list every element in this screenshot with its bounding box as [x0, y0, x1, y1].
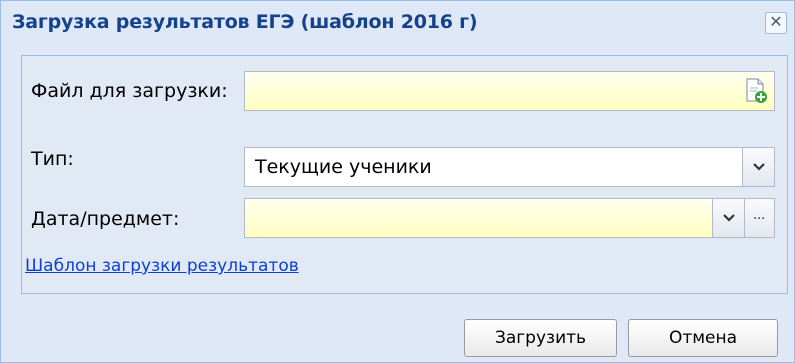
file-field[interactable]	[244, 71, 775, 111]
close-button[interactable]: ✕	[765, 12, 787, 34]
template-download-link[interactable]: Шаблон загрузки результатов	[25, 256, 299, 276]
file-label: Файл для загрузки:	[31, 80, 228, 102]
type-value: Текущие ученики	[255, 156, 432, 178]
date-subject-label: Дата/предмет:	[31, 208, 180, 230]
add-file-icon[interactable]	[744, 78, 768, 104]
dialog-titlebar[interactable]: Загрузка результатов ЕГЭ (шаблон 2016 г)…	[1, 1, 794, 45]
upload-ege-results-dialog: Загрузка результатов ЕГЭ (шаблон 2016 г)…	[0, 0, 795, 363]
dialog-title: Загрузка результатов ЕГЭ (шаблон 2016 г)	[12, 11, 478, 33]
date-subject-dropdown-trigger[interactable]	[712, 199, 744, 237]
cancel-button[interactable]: Отмена	[628, 319, 778, 357]
chevron-down-icon	[752, 163, 765, 171]
type-select[interactable]: Текущие ученики	[244, 147, 775, 187]
date-subject-more-button[interactable]: ···	[744, 199, 774, 237]
upload-button[interactable]: Загрузить	[464, 319, 617, 357]
chevron-down-icon	[722, 214, 735, 222]
type-label: Тип:	[31, 148, 74, 170]
date-subject-select[interactable]: ···	[244, 198, 775, 238]
type-dropdown-trigger[interactable]	[742, 148, 774, 186]
close-icon: ✕	[769, 14, 783, 31]
ellipsis-icon: ···	[753, 211, 766, 225]
